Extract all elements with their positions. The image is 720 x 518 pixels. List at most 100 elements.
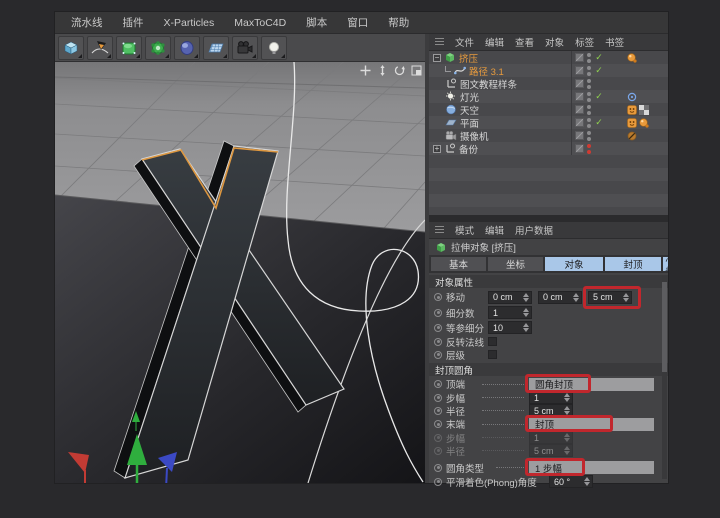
layer-icon[interactable] [575, 79, 584, 88]
generator-button[interactable] [116, 36, 142, 60]
movement-y-field[interactable]: 0 cm [538, 291, 582, 304]
layer-icon[interactable] [575, 118, 584, 127]
rotate-icon[interactable] [393, 64, 405, 76]
panel-grip-icon[interactable] [435, 226, 444, 235]
cap-start-dropdown[interactable]: 圆角封顶 [529, 378, 654, 391]
scrollbar[interactable] [662, 276, 667, 479]
cube-primitive-button[interactable] [58, 36, 84, 60]
visibility-dots[interactable] [587, 131, 591, 141]
layer-icon[interactable] [575, 92, 584, 101]
floor-button[interactable] [203, 36, 229, 60]
layer-icon[interactable] [575, 131, 584, 140]
pan-icon[interactable] [359, 64, 371, 76]
toggle-view-icon[interactable] [410, 64, 422, 76]
anim-dot-icon[interactable] [434, 464, 442, 472]
visibility-dots[interactable] [587, 105, 591, 115]
object-row-backup[interactable]: + 备份 [429, 142, 668, 155]
expand-icon[interactable]: + [433, 145, 441, 153]
anim-dot-icon[interactable] [434, 309, 442, 317]
menu-maxtoc4d[interactable]: MaxToC4D [234, 17, 286, 29]
texture-tag-icon[interactable] [639, 105, 649, 115]
enabled-check[interactable]: ✓ [594, 66, 604, 76]
panel-grip-icon[interactable] [435, 38, 444, 47]
layer-icon[interactable] [575, 66, 584, 75]
om-menu-view[interactable]: 查看 [515, 35, 534, 49]
mograph-button[interactable] [145, 36, 171, 60]
om-menu-tags[interactable]: 标签 [575, 35, 594, 49]
menu-plugins[interactable]: 插件 [123, 15, 144, 30]
phong-tag-icon[interactable] [639, 118, 649, 128]
protection-tag-icon[interactable] [627, 131, 637, 141]
om-menu-bookmarks[interactable]: 书签 [605, 35, 624, 49]
layer-icon[interactable] [575, 144, 584, 153]
fillet-type-dropdown[interactable]: 1 步幅 [529, 461, 654, 474]
menu-xparticles[interactable]: X-Particles [164, 17, 215, 29]
viewport-canvas[interactable] [55, 62, 425, 483]
phong-tag-icon[interactable] [627, 53, 637, 63]
camera-button[interactable] [232, 36, 258, 60]
visibility-dots[interactable] [587, 66, 591, 76]
om-menu-edit[interactable]: 编辑 [485, 35, 504, 49]
anim-dot-icon[interactable] [434, 478, 442, 486]
anim-dot-icon[interactable] [434, 324, 442, 332]
anim-dot-icon[interactable] [434, 338, 442, 346]
visibility-dots[interactable] [587, 92, 591, 102]
enabled-check[interactable]: ✓ [594, 53, 604, 63]
compositing-tag-icon[interactable] [627, 105, 637, 115]
menu-pipeline[interactable]: 流水线 [71, 15, 103, 30]
object-row-sky[interactable]: 天空 [429, 103, 668, 116]
anim-dot-icon[interactable] [434, 420, 442, 428]
section-object-properties[interactable]: 对象属性 [429, 275, 668, 288]
tab-basic[interactable]: 基本 [431, 257, 486, 271]
visibility-dots[interactable] [587, 53, 591, 63]
object-row-plane[interactable]: 平面 ✓ [429, 116, 668, 129]
light-button[interactable] [261, 36, 287, 60]
hierarchical-checkbox[interactable] [488, 350, 497, 359]
visibility-dots[interactable] [587, 118, 591, 128]
target-tag-icon[interactable] [627, 92, 637, 102]
phong-angle-field[interactable]: 60 ° [549, 475, 593, 488]
object-row-camera[interactable]: 摄像机 [429, 129, 668, 142]
visibility-dots-hidden[interactable] [587, 144, 591, 154]
zoom-icon[interactable] [376, 64, 388, 76]
cap-end-dropdown[interactable]: 封顶 [529, 418, 654, 431]
anim-dot-icon[interactable] [434, 380, 442, 388]
cap-steps-field[interactable]: 1 [529, 391, 573, 404]
anim-dot-icon[interactable] [434, 407, 442, 415]
layer-icon[interactable] [575, 53, 584, 62]
enabled-check[interactable]: ✓ [594, 92, 604, 102]
tab-coord[interactable]: 坐标 [488, 257, 543, 271]
menu-window[interactable]: 窗口 [347, 15, 368, 30]
am-menu-edit[interactable]: 编辑 [485, 223, 504, 237]
anim-dot-icon[interactable] [434, 394, 442, 402]
volume-button[interactable] [174, 36, 200, 60]
object-row-extrude[interactable]: − 挤压 ✓ [429, 51, 668, 64]
om-menu-file[interactable]: 文件 [455, 35, 474, 49]
am-menu-mode[interactable]: 模式 [455, 223, 474, 237]
movement-z-field[interactable]: 5 cm [588, 291, 632, 304]
object-row-path[interactable]: 路径 3.1 ✓ [429, 64, 668, 77]
tab-caps[interactable]: 封顶 [605, 257, 661, 271]
subdivision-field[interactable]: 1 [488, 306, 532, 319]
om-menu-object[interactable]: 对象 [545, 35, 564, 49]
flip-normals-checkbox[interactable] [488, 337, 497, 346]
tab-object[interactable]: 对象 [545, 257, 603, 271]
object-row-light[interactable]: 灯光 ✓ [429, 90, 668, 103]
object-row-tutorial-spline[interactable]: 图文教程样条 [429, 77, 668, 90]
menu-script[interactable]: 脚本 [306, 15, 327, 30]
compositing-tag-icon[interactable] [627, 118, 637, 128]
tab-phong[interactable]: 平滑着色 [663, 257, 668, 271]
anim-dot-icon[interactable] [434, 351, 442, 359]
section-caps[interactable]: 封顶圆角 [429, 363, 668, 376]
layer-icon[interactable] [575, 105, 584, 114]
iso-subdivision-field[interactable]: 10 [488, 321, 532, 334]
visibility-dots[interactable] [587, 79, 591, 89]
viewport[interactable] [55, 62, 425, 483]
collapse-icon[interactable]: − [433, 54, 441, 62]
movement-x-field[interactable]: 0 cm [488, 291, 532, 304]
enabled-check[interactable]: ✓ [594, 118, 604, 128]
cap-radius-field[interactable]: 5 cm [529, 404, 573, 417]
anim-dot-icon[interactable] [434, 293, 442, 301]
am-menu-userdata[interactable]: 用户数据 [515, 223, 553, 237]
spline-pen-button[interactable] [87, 36, 113, 60]
